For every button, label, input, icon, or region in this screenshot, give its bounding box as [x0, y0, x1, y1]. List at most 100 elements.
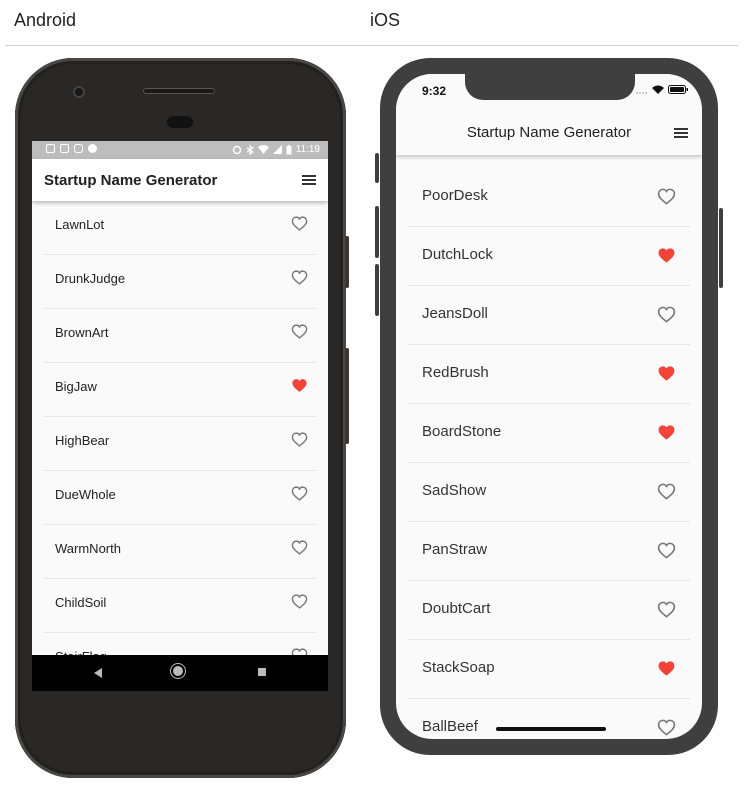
list-item[interactable]: BoardStone	[408, 404, 690, 463]
list-item[interactable]: BallBeef	[408, 699, 690, 739]
favorite-heart-icon[interactable]	[291, 377, 308, 394]
list-item[interactable]: RedBrush	[408, 345, 690, 404]
heart-outline-icon[interactable]	[291, 539, 308, 556]
startup-name: BallBeef	[422, 718, 478, 735]
list-item[interactable]: LawnLot	[44, 201, 316, 255]
recent-apps-icon[interactable]	[258, 668, 266, 676]
list-item[interactable]: DrunkJudge	[44, 255, 316, 309]
heart-outline-icon[interactable]	[291, 215, 308, 232]
startup-name: DutchLock	[422, 246, 493, 263]
ios-name-list: PoorDesk DutchLock JeansDoll RedBrush BoardS…	[396, 168, 702, 739]
ios-volume-down-button	[375, 264, 379, 316]
heart-outline-icon[interactable]	[657, 600, 676, 619]
heart-outline-icon[interactable]	[657, 187, 676, 206]
ios-side-button	[719, 208, 723, 288]
favorite-heart-icon[interactable]	[657, 423, 676, 442]
bluetooth-icon	[246, 144, 254, 155]
ios-status-time: 9:32	[422, 84, 447, 98]
heart-outline-icon[interactable]	[657, 541, 676, 560]
startup-name: WarmNorth	[55, 541, 121, 556]
heart-outline-icon[interactable]	[657, 482, 676, 501]
ios-screen: 9:32 Startup Name Generator PoorDesk Dutc…	[396, 74, 702, 739]
ios-wifi-icon	[652, 85, 664, 94]
list-item[interactable]: DoubtCart	[408, 581, 690, 640]
saved-list-icon[interactable]	[302, 175, 316, 185]
startup-name: BrownArt	[55, 325, 109, 340]
android-status-bar: 11:19	[32, 141, 328, 159]
android-screen: 11:19 Startup Name Generator LawnLot Drun…	[32, 141, 328, 691]
heart-outline-icon[interactable]	[291, 431, 308, 448]
list-item[interactable]: PanStraw	[408, 522, 690, 581]
circle-icon	[88, 144, 97, 153]
startup-name: ChildSoil	[55, 595, 107, 610]
android-device: 11:19 Startup Name Generator LawnLot Drun…	[15, 58, 349, 778]
list-item[interactable]: JeansDoll	[408, 286, 690, 345]
ios-volume-up-button	[375, 206, 379, 258]
system-status-icons: 11:19	[232, 144, 320, 155]
ios-status-icons	[636, 85, 688, 94]
list-item[interactable]: BrownArt	[44, 309, 316, 363]
front-camera-icon	[73, 86, 85, 98]
ios-label: iOS	[370, 10, 401, 30]
startup-name: DrunkJudge	[55, 271, 126, 286]
list-item[interactable]: DutchLock	[408, 227, 690, 286]
ios-saved-list-icon[interactable]	[674, 128, 688, 138]
sync-icon	[232, 145, 241, 154]
startup-name: BigJaw	[55, 379, 97, 394]
home-icon[interactable]	[173, 666, 183, 676]
list-item[interactable]: BigJaw	[44, 363, 316, 417]
heart-outline-icon[interactable]	[657, 305, 676, 324]
mail-icon	[46, 144, 55, 153]
heart-outline-icon[interactable]	[291, 593, 308, 610]
battery-icon	[286, 144, 292, 154]
ios-signal-icon	[636, 91, 647, 94]
android-app-bar: Startup Name Generator	[32, 159, 328, 201]
ios-device: 9:32 Startup Name Generator PoorDesk Dutc…	[375, 58, 723, 755]
ios-nav-bar: 9:32 Startup Name Generator	[396, 74, 702, 155]
heart-outline-icon[interactable]	[657, 718, 676, 737]
wifi-icon	[257, 145, 269, 154]
startup-name: StackSoap	[422, 659, 495, 676]
list-item[interactable]: HighBear	[44, 417, 316, 471]
startup-name: DueWhole	[55, 487, 116, 502]
favorite-heart-icon[interactable]	[657, 364, 676, 383]
android-nav-bar	[32, 655, 328, 691]
android-name-list: LawnLot DrunkJudge BrownArt BigJaw HighBear D…	[32, 201, 328, 687]
list-item[interactable]: StackSoap	[408, 640, 690, 699]
list-item[interactable]: ChildSoil	[44, 579, 316, 633]
android-volume-button	[345, 236, 349, 288]
list-item[interactable]: DueWhole	[44, 471, 316, 525]
back-icon[interactable]	[94, 668, 102, 678]
android-power-button	[345, 348, 349, 444]
heart-outline-icon[interactable]	[291, 485, 308, 502]
header-divider	[5, 45, 738, 46]
android-label: Android	[14, 10, 77, 30]
home-indicator[interactable]	[496, 727, 606, 731]
list-item[interactable]: PoorDesk	[408, 168, 690, 227]
image-icon	[60, 144, 69, 153]
earpiece-speaker	[143, 88, 215, 94]
ios-notch	[465, 74, 635, 100]
ios-app-title: Startup Name Generator	[466, 124, 632, 141]
startup-name: DoubtCart	[422, 600, 491, 617]
list-item[interactable]: SadShow	[408, 463, 690, 522]
ios-mute-switch	[375, 153, 379, 183]
android-status-time: 11:19	[295, 144, 320, 155]
startup-name: JeansDoll	[422, 305, 488, 322]
startup-name: SadShow	[422, 482, 487, 499]
startup-name: BoardStone	[422, 423, 502, 440]
list-item[interactable]: WarmNorth	[44, 525, 316, 579]
heart-outline-icon[interactable]	[291, 323, 308, 340]
startup-name: PanStraw	[422, 541, 488, 558]
cellular-signal-icon	[272, 145, 282, 154]
proximity-sensor	[167, 116, 193, 128]
startup-name: PoorDesk	[422, 187, 488, 204]
favorite-heart-icon[interactable]	[657, 659, 676, 678]
android-app-title: Startup Name Generator	[44, 172, 218, 189]
startup-name: RedBrush	[422, 364, 489, 381]
startup-name: HighBear	[55, 433, 110, 448]
favorite-heart-icon[interactable]	[657, 246, 676, 265]
heart-outline-icon[interactable]	[291, 269, 308, 286]
ios-battery-icon	[668, 85, 688, 94]
instagram-icon	[74, 144, 83, 153]
